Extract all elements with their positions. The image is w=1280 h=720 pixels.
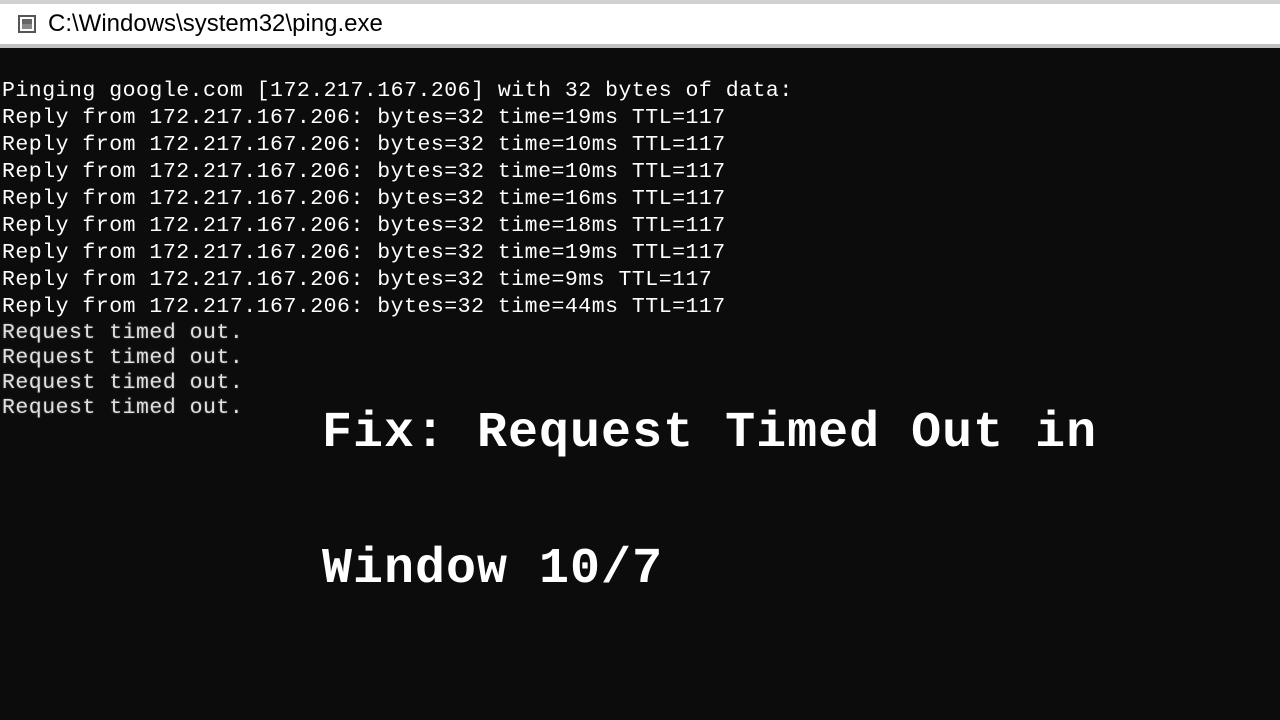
ping-reply-line: Reply from 172.217.167.206: bytes=32 tim… (0, 240, 1280, 267)
ping-reply-line: Reply from 172.217.167.206: bytes=32 tim… (0, 132, 1280, 159)
overlay-line-1: Fix: Request Timed Out in (322, 405, 1097, 462)
window-title: C:\Windows\system32\ping.exe (48, 10, 383, 38)
ping-reply-line: Reply from 172.217.167.206: bytes=32 tim… (0, 267, 1280, 294)
ping-header-line: Pinging google.com [172.217.167.206] wit… (0, 78, 1280, 105)
overlay-line-2: Window 10/7 (322, 541, 663, 598)
ping-reply-line: Reply from 172.217.167.206: bytes=32 tim… (0, 105, 1280, 132)
ping-reply-line: Reply from 172.217.167.206: bytes=32 tim… (0, 213, 1280, 240)
window-titlebar[interactable]: C:\Windows\system32\ping.exe (0, 0, 1280, 48)
ping-reply-line: Reply from 172.217.167.206: bytes=32 tim… (0, 186, 1280, 213)
ping-reply-line: Reply from 172.217.167.206: bytes=32 tim… (0, 294, 1280, 321)
video-overlay-caption: Fix: Request Timed Out in Window 10/7 (260, 332, 1097, 604)
app-icon (18, 15, 36, 33)
ping-reply-line: Reply from 172.217.167.206: bytes=32 tim… (0, 159, 1280, 186)
